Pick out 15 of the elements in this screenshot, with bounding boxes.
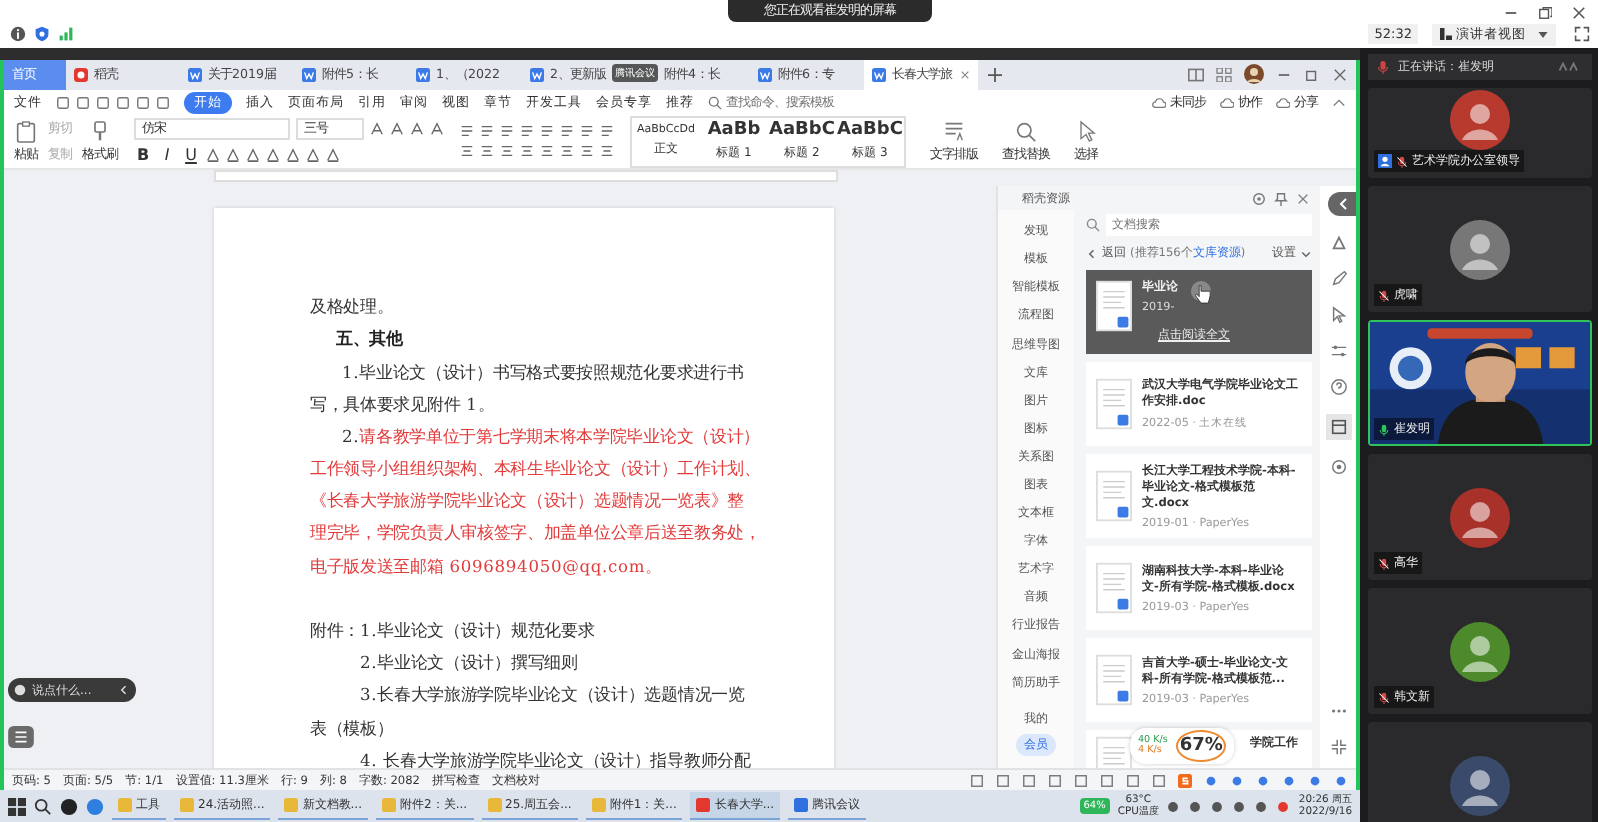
document-text-line: 及格处理。 [310,294,396,321]
document-text-line: 理完毕，学院负责人审核签字、加盖单位公章后送至教务处， [310,520,763,547]
document-text-line: 2.毕业论文（设计）撰写细则 [358,650,580,677]
document-text-line: 工作领导小组组织架构、本科生毕业论文（设计）工作计划、 [310,456,763,483]
document-text-line: 写，具体要求见附件 1。 [310,391,497,418]
document-text-line: 1.毕业论文（设计）书写格式要按照规范化要求进行书 [340,359,746,386]
document-text-line: 附件：1.毕业论文（设计）规范化要求 [310,618,597,645]
document-text-line: 4. 长春大学旅游学院毕业论文（设计）指导教师分配 [358,747,753,769]
document-text-line: 电子版发送至邮箱 6096894050@qq.com。 [310,553,664,580]
memory-percent: 67% [1175,730,1227,763]
document-text-line: 2.请各教学单位于第七学期末将本学院毕业论文（设计） [340,423,763,450]
document-text-line: 3.长春大学旅游学院毕业论文（设计）选题情况一览 [358,682,747,709]
document-text-line: 五、其他 [334,326,405,353]
document-text-line: 《长春大学旅游学院毕业论文（设计）选题情况一览表》整 [310,488,747,515]
document-text-line: 表（模板） [310,715,396,742]
